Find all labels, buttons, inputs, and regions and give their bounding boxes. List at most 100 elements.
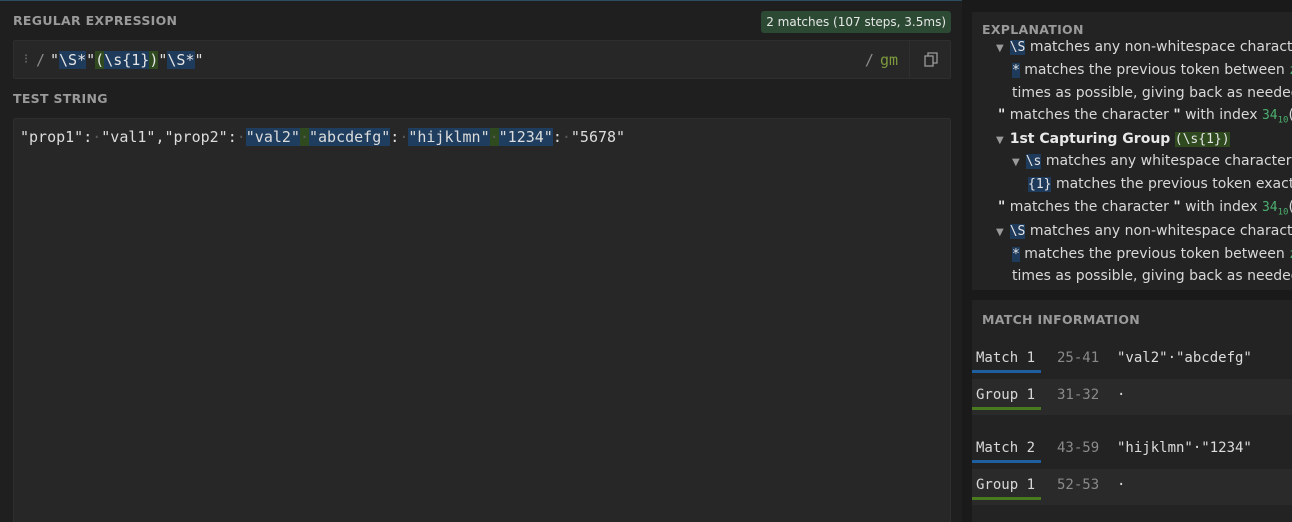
group-row[interactable]: Group 1 31-32 · xyxy=(972,379,1292,415)
match-value: "val2"·"abcdefg" xyxy=(1117,350,1252,366)
match-row[interactable]: Match 1 25-41 "val2"·"abcdefg" xyxy=(972,342,1292,378)
editor-column: REGULAR EXPRESSION 2 matches (107 steps,… xyxy=(0,0,962,522)
match-underline xyxy=(972,370,1041,373)
pattern-quote: " xyxy=(194,51,204,69)
char-index: 3410 xyxy=(1261,200,1289,218)
literal-char: " xyxy=(998,199,1006,215)
drag-handle-icon[interactable]: ⁝ xyxy=(24,52,28,67)
copy-icon[interactable] xyxy=(924,52,938,67)
literal-char: " xyxy=(1173,199,1181,215)
explanation-line: ▼ \S matches any non-whitespace character xyxy=(996,39,1292,55)
line-text: with index xyxy=(1185,199,1258,215)
line-text: matches the previous token exactly xyxy=(1055,176,1292,192)
line-tail: (2 xyxy=(1288,107,1292,123)
test-string-section-title: TEST STRING xyxy=(13,91,108,106)
flags-text: gm xyxy=(879,51,898,69)
matches-badge: 2 matches (107 steps, 3.5ms) xyxy=(761,11,951,33)
divider xyxy=(909,41,910,78)
regex-input[interactable]: ⁝ / "\S*"(\s{1})"\S*" / gm xyxy=(13,40,951,79)
test-string-text[interactable]: "prop1":·"val1","prop2":·"val2"·"abcdefg… xyxy=(20,128,625,146)
token: * xyxy=(1012,247,1020,262)
explanation-line: * matches the previous token between ze xyxy=(1012,246,1292,262)
explanation-panel[interactable]: EXPLANATION ▼ \S matches any non-whitespa… xyxy=(972,12,1292,290)
group-1-highlight: · xyxy=(299,128,309,146)
token: * xyxy=(1012,63,1020,78)
match-range: 25-41 xyxy=(1057,350,1100,366)
regex-section-title: REGULAR EXPRESSION xyxy=(13,13,178,28)
literal-char: " xyxy=(1173,107,1181,123)
match-row[interactable]: Match 2 43-59 "hijklmn"·"1234" xyxy=(972,432,1292,468)
group-title: 1st Capturing Group xyxy=(1009,131,1171,147)
line-text: matches the previous token between xyxy=(1024,62,1285,78)
token: \S xyxy=(1009,224,1026,239)
group-underline xyxy=(972,407,1041,410)
group-label: Group 1 xyxy=(976,387,1036,403)
match-segment: "abcdefg" xyxy=(309,128,391,146)
match-segment: "hijklmn" xyxy=(408,128,490,146)
group-label: Group 1 xyxy=(976,477,1036,493)
line-text: matches any non-whitespace character xyxy=(1029,223,1292,239)
text-segment: "5678" xyxy=(570,128,626,146)
pattern-group-open: ( xyxy=(95,51,105,69)
match-value: "hijklmn"·"1234" xyxy=(1117,440,1252,456)
match-label: Match 1 xyxy=(976,350,1036,366)
collapse-arrow-icon[interactable]: ▼ xyxy=(996,43,1004,54)
text-segment: : xyxy=(552,128,562,146)
token: \s xyxy=(1025,154,1042,169)
pattern-token-nonwhitespace: \S* xyxy=(59,51,87,69)
whitespace-dot: · xyxy=(236,128,246,146)
explanation-line: times as possible, giving back as needed… xyxy=(1012,85,1292,101)
match-1-highlight: "val2"·"abcdefg" xyxy=(245,128,391,146)
token: \S xyxy=(1009,40,1026,55)
explanation-line: ▼ \S matches any non-whitespace character xyxy=(996,223,1292,239)
token: (\s{1}) xyxy=(1174,132,1230,147)
regex-tester-app: REGULAR EXPRESSION 2 matches (107 steps,… xyxy=(0,0,1292,522)
explanation-line: * matches the previous token between ze xyxy=(1012,62,1292,78)
collapse-arrow-icon[interactable]: ▼ xyxy=(996,135,1004,146)
token: {1} xyxy=(1028,177,1052,192)
explanation-line: {1} matches the previous token exactly xyxy=(1028,176,1292,192)
line-tail: (2 xyxy=(1288,199,1292,215)
regex-flags[interactable]: / gm xyxy=(865,51,898,69)
group-range: 31-32 xyxy=(1057,387,1100,403)
regex-pattern[interactable]: "\S*"(\s{1})"\S*" xyxy=(50,51,204,69)
text-segment: "prop1": xyxy=(20,128,93,146)
collapse-arrow-icon[interactable]: ▼ xyxy=(1012,157,1020,168)
literal-char: " xyxy=(998,107,1006,123)
group-underline xyxy=(972,497,1041,500)
whitespace-dot: · xyxy=(561,128,571,146)
regex-close-delimiter: / xyxy=(864,51,874,69)
pattern-quote: " xyxy=(86,51,96,69)
test-string-input[interactable]: "prop1":·"val1","prop2":·"val2"·"abcdefg… xyxy=(13,118,951,522)
whitespace-dot: · xyxy=(92,128,102,146)
line-text: matches the character xyxy=(1009,199,1169,215)
line-text: matches the previous token between xyxy=(1024,246,1285,262)
char-index: 3410 xyxy=(1261,108,1289,126)
line-text: matches any non-whitespace character xyxy=(1029,39,1292,55)
text-segment: "val1","prop2": xyxy=(101,128,237,146)
group-1-highlight: · xyxy=(489,128,499,146)
match-2-highlight: "hijklmn"·"1234" xyxy=(408,128,553,146)
match-info-title: MATCH INFORMATION xyxy=(982,312,1141,327)
explanation-title: EXPLANATION xyxy=(982,22,1084,37)
match-underline xyxy=(972,460,1041,463)
group-range: 52-53 xyxy=(1057,477,1100,493)
match-segment: "1234" xyxy=(498,128,553,146)
explanation-line: ▼ 1st Capturing Group (\s{1}) xyxy=(996,131,1230,147)
explanation-line: " matches the character " with index 341… xyxy=(998,199,1292,218)
group-row[interactable]: Group 1 52-53 · xyxy=(972,469,1292,505)
line-text: matches any whitespace character (e xyxy=(1045,153,1292,169)
group-value: · xyxy=(1117,387,1126,403)
match-range: 43-59 xyxy=(1057,440,1100,456)
regex-open-delimiter: / xyxy=(36,51,46,69)
side-column: EXPLANATION ▼ \S matches any non-whitespa… xyxy=(962,0,1292,522)
whitespace-dot: · xyxy=(399,128,409,146)
pattern-token-whitespace: \s{1} xyxy=(104,51,150,69)
match-segment: "val2" xyxy=(245,128,300,146)
line-text: with index xyxy=(1185,107,1258,123)
text-segment: : xyxy=(390,128,400,146)
explanation-line: " matches the character " with index 341… xyxy=(998,107,1292,126)
collapse-arrow-icon[interactable]: ▼ xyxy=(996,227,1004,238)
explanation-line: ▼ \s matches any whitespace character (e xyxy=(1012,153,1292,169)
line-text: matches the character xyxy=(1009,107,1169,123)
